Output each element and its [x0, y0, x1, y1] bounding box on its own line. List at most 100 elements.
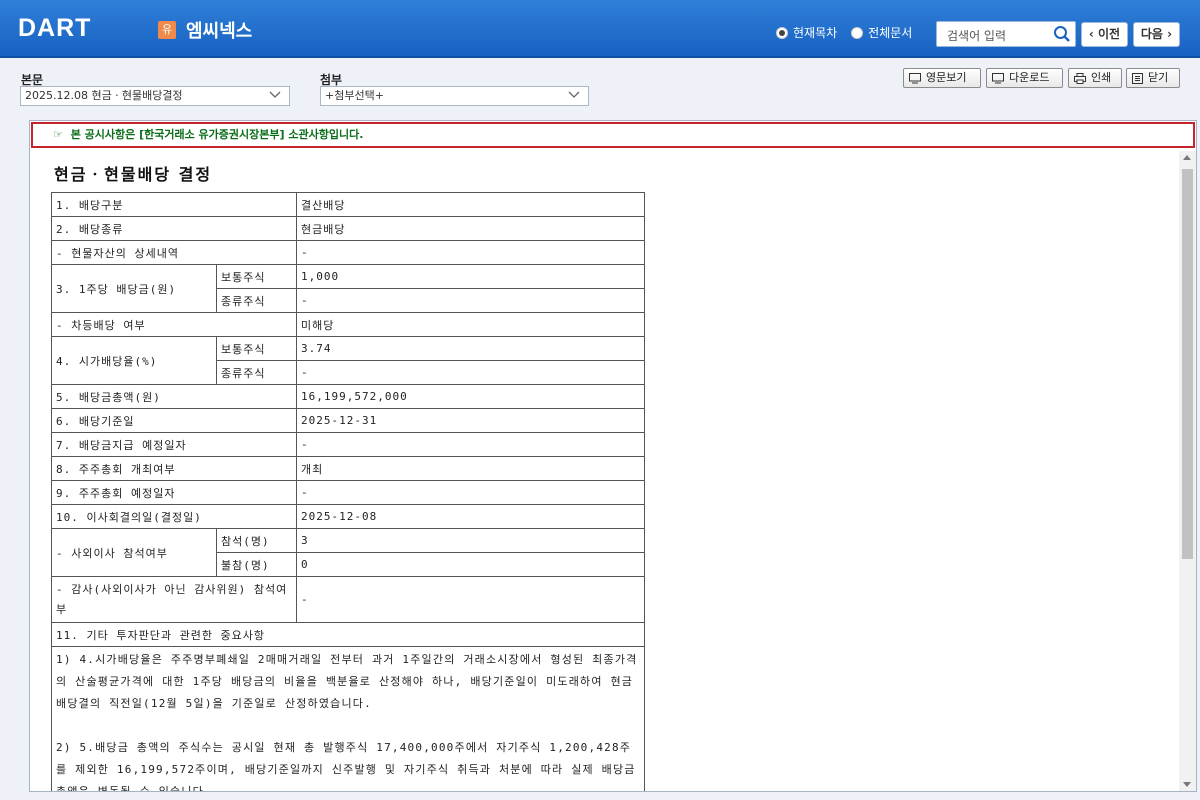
main-doc-select-value: 2025.12.08 현금ㆍ현물배당결정	[25, 89, 183, 102]
table-row: 11. 기타 투자판단과 관련한 중요사항	[51, 622, 645, 647]
prev-label: 이전	[1098, 27, 1121, 41]
row-value: 1,000	[296, 264, 645, 289]
dart-logo[interactable]: DART	[18, 14, 91, 43]
row-value: -	[296, 288, 645, 313]
row-value: -	[296, 240, 645, 265]
row-sublabel: 보통주식	[216, 336, 297, 361]
row-label: - 현물자산의 상세내역	[51, 240, 297, 265]
search-placeholder: 검색어 입력	[947, 29, 1007, 43]
next-button[interactable]: 다음 ›	[1133, 22, 1180, 47]
table-row: - 차등배당 여부 미해당	[51, 312, 645, 337]
table-row: 5. 배당금총액(원) 16,199,572,000	[51, 384, 645, 409]
row-sublabel: 불참(명)	[216, 552, 297, 577]
top-header: DART 유 엠씨넥스 현재목차 전체문서 검색어 입력 ‹ 이전 다음 ›	[0, 0, 1200, 58]
row-value: 미해당	[296, 312, 645, 337]
row-value: 3.74	[296, 336, 645, 361]
table-row: 3. 1주당 배당금(원) 보통주식 1,000	[51, 264, 645, 313]
row-label: 6. 배당기준일	[51, 408, 297, 433]
row-value: 2025-12-31	[296, 408, 645, 433]
dividend-table: 1. 배당구분 결산배당 2. 배당종류 현금배당 - 현물자산의 상세내역 -…	[51, 192, 645, 792]
row-label: 5. 배당금총액(원)	[51, 384, 297, 409]
row-value: -	[296, 432, 645, 457]
table-row: 10. 이사회결의일(결정일) 2025-12-08	[51, 504, 645, 529]
scroll-up-icon[interactable]	[1183, 155, 1191, 160]
company-name: 엠씨넥스	[186, 21, 253, 42]
table-row: 4. 시가배당율(%) 보통주식 3.74	[51, 336, 645, 385]
download-button[interactable]: 다운로드	[986, 68, 1063, 88]
scope-all-label: 전체문서	[868, 26, 913, 40]
english-view-button[interactable]: 영문보기	[903, 68, 981, 88]
search-icon[interactable]	[1053, 25, 1071, 43]
row-label: - 사외이사 참석여부	[51, 528, 217, 577]
row-label: 8. 주주총회 개최여부	[51, 456, 297, 481]
close-label: 닫기	[1148, 71, 1169, 84]
chevron-down-icon	[568, 91, 580, 98]
market-badge: 유	[158, 21, 176, 39]
table-row: 9. 주주총회 예정일자 -	[51, 480, 645, 505]
document-viewer[interactable]: ☞ 본 공시사항은 [한국거래소 유가증권시장본부] 소관사항입니다. 현금ㆍ현…	[29, 120, 1197, 792]
document-title: 현금ㆍ현물배당 결정	[54, 165, 213, 184]
attachment-select-value: +첨부선택+	[325, 89, 384, 102]
print-label: 인쇄	[1091, 71, 1112, 84]
row-value: -	[296, 576, 645, 623]
row-value: 16,199,572,000	[296, 384, 645, 409]
monitor-icon	[909, 72, 921, 83]
notice-text: 본 공시사항은 [한국거래소 유가증권시장본부] 소관사항입니다.	[70, 128, 364, 141]
printer-icon	[1074, 72, 1086, 84]
chevron-down-icon	[269, 91, 281, 98]
download-label: 다운로드	[1009, 71, 1050, 84]
row-sublabel: 종류주식	[216, 288, 297, 313]
close-button[interactable]: 닫기	[1126, 68, 1180, 88]
table-row: 7. 배당금지급 예정일자 -	[51, 432, 645, 457]
row-label: 1. 배당구분	[51, 192, 297, 217]
radio-checked-icon[interactable]	[776, 26, 788, 39]
row-value: -	[296, 480, 645, 505]
row-sublabel: 종류주식	[216, 360, 297, 385]
prev-button[interactable]: ‹ 이전	[1081, 22, 1128, 47]
chevron-right-icon: ›	[1167, 27, 1173, 41]
table-row: 2. 배당종류 현금배당	[51, 216, 645, 241]
row-value: 2025-12-08	[296, 504, 645, 529]
radio-unchecked-icon[interactable]	[851, 26, 864, 39]
scope-current-label: 현재목차	[793, 26, 838, 40]
vertical-scrollbar[interactable]	[1179, 151, 1196, 791]
table-row: 1) 4.시가배당율은 주주명부폐쇄일 2매매거래일 전부터 과거 1주일간의 …	[51, 646, 645, 792]
scope-all-radio[interactable]: 전체문서	[851, 24, 912, 41]
row-sublabel: 참석(명)	[216, 528, 297, 553]
row-label: 7. 배당금지급 예정일자	[51, 432, 297, 457]
scrollbar-thumb[interactable]	[1182, 169, 1193, 559]
row-value: 결산배당	[296, 192, 645, 217]
jurisdiction-notice: ☞ 본 공시사항은 [한국거래소 유가증권시장본부] 소관사항입니다.	[31, 122, 1195, 148]
row-sublabel: 보통주식	[216, 264, 297, 289]
main-doc-select[interactable]: 2025.12.08 현금ㆍ현물배당결정	[20, 86, 290, 106]
row-label: 3. 1주당 배당금(원)	[51, 264, 217, 313]
row-label: 9. 주주총회 예정일자	[51, 480, 297, 505]
pointing-hand-icon: ☞	[53, 128, 63, 141]
scroll-down-icon[interactable]	[1183, 782, 1191, 787]
note-paragraph: 1) 4.시가배당율은 주주명부폐쇄일 2매매거래일 전부터 과거 1주일간의 …	[56, 653, 638, 710]
print-button[interactable]: 인쇄	[1068, 68, 1122, 88]
english-view-label: 영문보기	[926, 71, 967, 84]
scope-current-radio[interactable]: 현재목차	[776, 24, 837, 41]
row-value: 0	[296, 552, 645, 577]
row-label: - 차등배당 여부	[51, 312, 297, 337]
logo-text: DART	[18, 14, 92, 42]
row-value: 현금배당	[296, 216, 645, 241]
table-row: - 감사(사외이사가 아닌 감사위원) 참석여부 -	[51, 576, 645, 623]
row-label: 2. 배당종류	[51, 216, 297, 241]
search-scope: 현재목차 전체문서	[776, 24, 926, 41]
search-input[interactable]: 검색어 입력	[936, 21, 1076, 47]
chevron-left-icon: ‹	[1088, 27, 1094, 41]
table-row: 6. 배당기준일 2025-12-31	[51, 408, 645, 433]
row-value: 개최	[296, 456, 645, 481]
row-label: 11. 기타 투자판단과 관련한 중요사항	[51, 622, 645, 647]
next-label: 다음	[1140, 27, 1163, 41]
table-row: 1. 배당구분 결산배당	[51, 192, 645, 217]
note-paragraph: 2) 5.배당금 총액의 주식수는 공시일 현재 총 발행주식 17,400,0…	[56, 741, 636, 792]
note-spacer	[56, 715, 640, 737]
attachment-select[interactable]: +첨부선택+	[320, 86, 589, 106]
notes-cell: 1) 4.시가배당율은 주주명부폐쇄일 2매매거래일 전부터 과거 1주일간의 …	[51, 646, 645, 792]
table-row: 8. 주주총회 개최여부 개최	[51, 456, 645, 481]
close-doc-icon	[1132, 72, 1143, 84]
monitor-icon	[992, 72, 1004, 83]
